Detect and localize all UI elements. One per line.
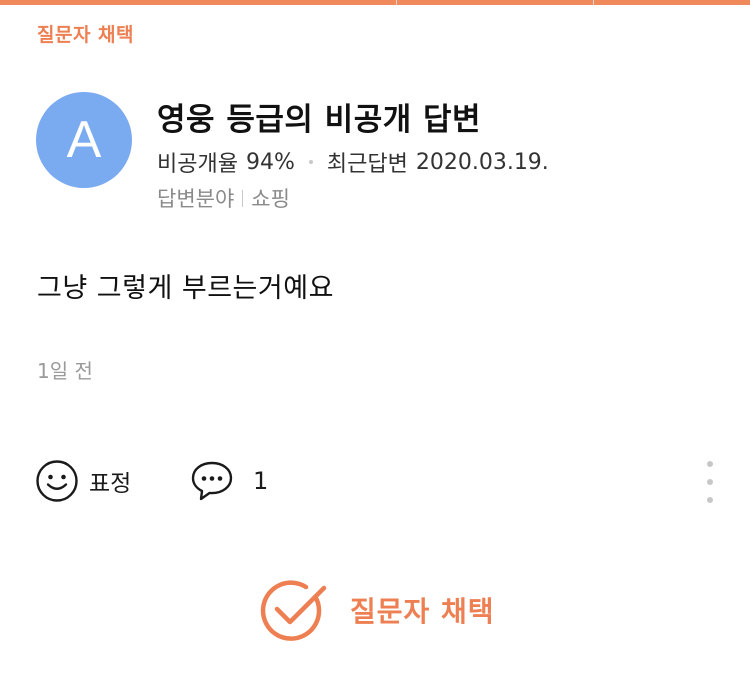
choose-answer-label: 질문자 채택 [350,595,495,628]
comment-button[interactable]: 1 [189,459,268,503]
top-bar-divider [396,0,397,5]
choose-answer-button[interactable]: 질문자 채택 [258,578,495,642]
speech-bubble-icon [191,461,233,501]
answer-timestamp: 1일 전 [37,359,93,383]
private-rate-value: 94% [245,149,295,175]
comment-count: 1 [253,467,269,495]
answer-body: 그냥 그렇게 부르는거예요 [37,273,334,304]
avatar[interactable]: A [36,92,132,188]
chosen-by-asker-tag: 질문자 채택 [37,24,135,46]
recent-answer-label: 최근답변 [326,152,408,177]
recent-answer-date: 2020.03.19. [415,149,549,175]
emoji-label: 표정 [89,471,132,497]
answer-field: 답변분야 쇼핑 [157,183,290,213]
top-accent-bar [0,0,750,5]
answerer-stats: 비공개율 94% 최근답변 2020.03.19. [157,146,549,178]
field-separator [242,189,244,207]
answerer-title[interactable]: 영웅 등급의 비공개 답변 [157,94,481,139]
action-bar: 표정 1 [0,455,750,505]
top-bar-divider [593,0,594,5]
check-circle-icon [260,580,327,641]
field-value[interactable]: 쇼핑 [251,183,290,213]
avatar-letter: A [66,111,102,169]
emoji-reaction-button[interactable]: 표정 [35,459,131,503]
separator-dot [308,160,313,164]
more-vertical-icon[interactable] [700,461,720,503]
private-rate-label: 비공개율 [157,152,238,177]
smiley-icon [36,460,78,502]
field-label: 답변분야 [157,187,235,211]
